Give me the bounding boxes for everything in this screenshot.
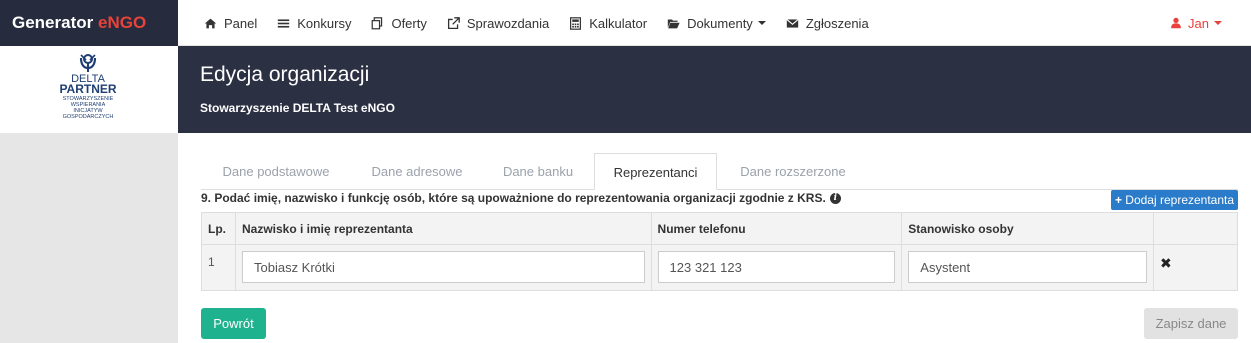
list-icon — [278, 18, 290, 28]
column-header-phone: Numer telefonu — [650, 212, 903, 245]
nav-item-zgloszenia[interactable]: Zgłoszenia — [786, 16, 869, 31]
phone-cell — [650, 244, 903, 291]
actions-cell: ✖ — [1153, 244, 1238, 291]
logo-line2: PARTNER — [59, 82, 116, 96]
org-logo: DELTA PARTNER STOWARZYSZENIE WSPIERANIA … — [0, 46, 178, 133]
nav-item-label: Kalkulator — [589, 15, 648, 31]
brand-logo[interactable]: Generator eNGO — [0, 0, 178, 46]
tab-reprezentanci[interactable]: Reprezentanci — [594, 153, 717, 190]
tab-dane-podstawowe[interactable]: Dane podstawowe — [201, 153, 351, 190]
nav-item-dokumenty[interactable]: Dokumenty — [667, 16, 766, 31]
external-link-icon — [447, 16, 460, 29]
nav-item-sprawozdania[interactable]: Sprawozdania — [447, 16, 549, 31]
nav-item-label: Dokumenty — [687, 15, 753, 31]
home-icon — [204, 18, 217, 28]
nav-item-kalkulator[interactable]: Kalkulator — [569, 16, 647, 31]
user-icon — [1171, 17, 1181, 29]
organization-name: Stowarzyszenie DELTA Test eNGO — [200, 101, 395, 115]
tab-bar: Dane podstawowe Dane adresowe Dane banku… — [201, 153, 1238, 190]
top-navbar: Panel Konkursy Oferty Sprawozdania Kalku… — [178, 0, 1251, 46]
add-representative-label: Dodaj reprezentanta — [1125, 193, 1235, 207]
save-button[interactable]: Zapisz dane — [1144, 308, 1238, 339]
calculator-icon — [570, 16, 582, 30]
user-name: Jan — [1188, 15, 1209, 31]
nav-item-label: Zgłoszenia — [805, 15, 869, 31]
folder-open-icon — [667, 18, 680, 28]
question-label: 9. Podać imię, nazwisko i funkcję osób, … — [201, 191, 826, 205]
representative-name-input[interactable] — [241, 251, 645, 283]
phone-number-input[interactable] — [657, 251, 896, 283]
info-icon[interactable]: i — [829, 192, 841, 204]
page-title: Edycja organizacji — [200, 63, 370, 86]
table-header-row: Lp. Nazwisko i imię reprezentanta Numer … — [201, 212, 1238, 245]
nav-item-label: Panel — [224, 15, 258, 31]
row-number: 1 — [201, 244, 236, 291]
envelope-icon — [786, 18, 799, 28]
nav-item-konkursy[interactable]: Konkursy — [277, 16, 351, 31]
brand-accent: eNGO — [97, 13, 147, 32]
tab-dane-rozszerzone[interactable]: Dane rozszerzone — [719, 153, 867, 190]
nav-item-oferty[interactable]: Oferty — [371, 15, 427, 31]
user-menu[interactable]: Jan — [1170, 0, 1222, 46]
column-header-actions — [1153, 212, 1238, 245]
name-cell — [234, 244, 652, 291]
sidebar: DELTA PARTNER STOWARZYSZENIE WSPIERANIA … — [0, 46, 178, 343]
nav-item-label: Oferty — [391, 15, 427, 31]
delta-partner-logo: DELTA PARTNER STOWARZYSZENIE WSPIERANIA … — [59, 54, 117, 120]
column-header-name: Nazwisko i imię reprezentanta — [234, 212, 652, 245]
back-button[interactable]: Powrót — [201, 308, 266, 339]
logo-sub4: GOSPODARCZYCH — [63, 114, 114, 120]
table-row: 1 ✖ — [201, 244, 1238, 291]
column-header-lp: Lp. — [201, 212, 236, 245]
tab-dane-banku[interactable]: Dane banku — [483, 153, 593, 190]
representatives-table: Lp. Nazwisko i imię reprezentanta Numer … — [201, 212, 1238, 291]
remove-row-icon[interactable]: ✖ — [1160, 255, 1172, 272]
question-text: 9. Podać imię, nazwisko i funkcję osób, … — [201, 191, 841, 205]
nav-item-label: Sprawozdania — [466, 15, 550, 31]
plus-icon: + — [1114, 193, 1122, 207]
copy-icon — [372, 16, 383, 29]
nav-item-panel[interactable]: Panel — [204, 16, 257, 31]
brand-name: Generator — [12, 13, 94, 32]
page-header: Edycja organizacji Stowarzyszenie DELTA … — [178, 46, 1251, 133]
chevron-down-icon — [757, 21, 766, 25]
chevron-down-icon — [1214, 21, 1222, 25]
position-cell — [901, 244, 1155, 291]
add-representative-button[interactable]: + Dodaj reprezentanta — [1111, 190, 1238, 210]
column-header-position: Stanowisko osoby — [901, 212, 1155, 245]
nav-item-label: Konkursy — [297, 15, 352, 31]
position-input[interactable] — [908, 251, 1148, 283]
tab-dane-adresowe[interactable]: Dane adresowe — [353, 153, 481, 190]
